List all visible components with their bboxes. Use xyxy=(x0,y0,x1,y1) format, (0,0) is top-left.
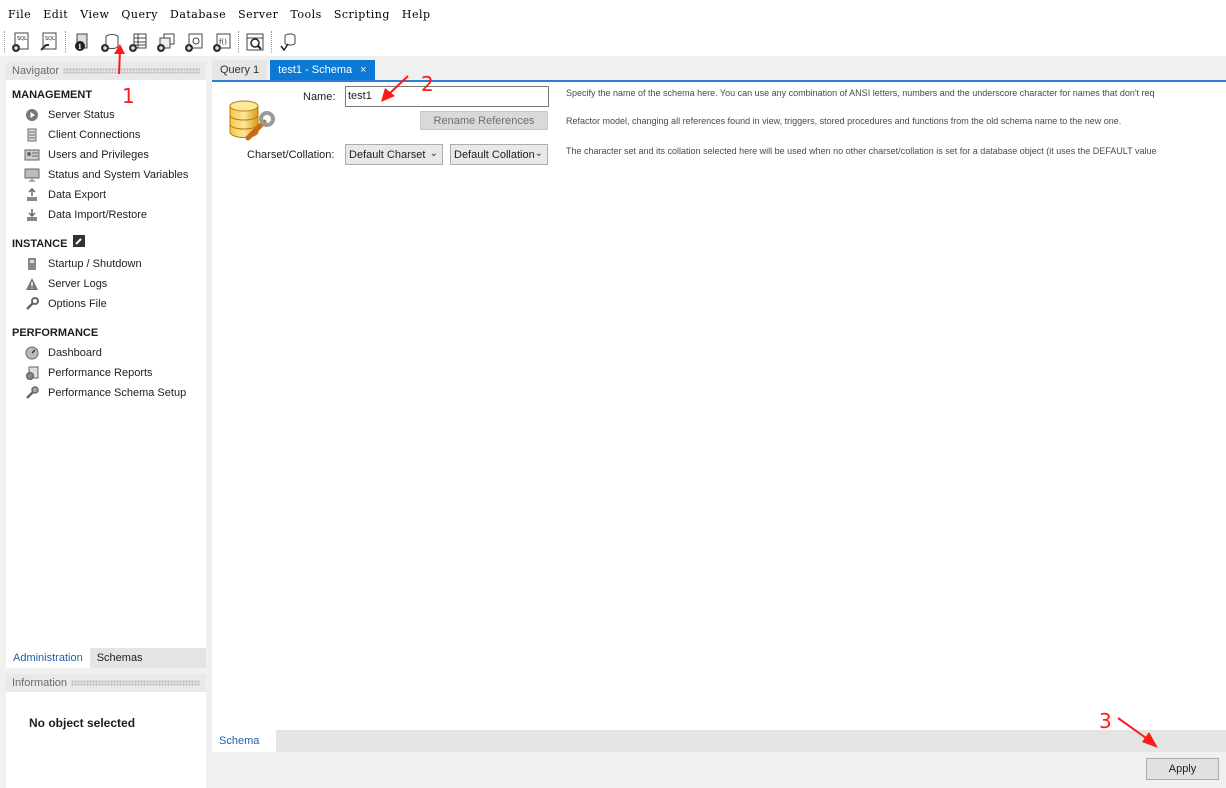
menu-help[interactable]: Help xyxy=(398,8,439,21)
charset-collation-label: Charset/Collation: xyxy=(247,149,335,161)
svg-text:i: i xyxy=(79,42,82,51)
no-object-text: No object selected xyxy=(29,716,136,730)
name-hint: Specify the name of the schema here. You… xyxy=(566,88,1155,98)
inspector-icon[interactable]: i xyxy=(70,30,94,54)
toolbar-separator xyxy=(65,31,66,53)
header-grip xyxy=(63,68,200,74)
rename-hint: Refactor model, changing all references … xyxy=(566,116,1122,126)
schema-database-icon xyxy=(226,96,276,146)
warning-icon xyxy=(24,276,40,292)
nav-performance-reports[interactable]: Performance Reports xyxy=(6,363,206,383)
annotation-3: 3 xyxy=(1099,709,1112,733)
nav-server-status[interactable]: Server Status xyxy=(6,105,206,125)
menu-bar: File Edit View Query Database Server Too… xyxy=(0,0,1226,28)
rename-references-button[interactable]: Rename References xyxy=(420,111,548,130)
svg-text:SQL: SQL xyxy=(17,36,27,42)
annotation-1: 1 xyxy=(122,84,135,108)
report-icon xyxy=(24,365,40,381)
new-sql-tab-icon[interactable]: SQL xyxy=(9,30,33,54)
annotation-arrow-1 xyxy=(114,44,125,75)
nav-server-logs[interactable]: Server Logs xyxy=(6,274,206,294)
information-header: Information xyxy=(6,674,206,692)
chevron-down-icon: ⌄ xyxy=(429,148,438,159)
tab-query-1[interactable]: Query 1 xyxy=(212,60,268,80)
nav-dashboard[interactable]: Dashboard xyxy=(6,343,206,363)
open-sql-script-icon[interactable]: SQL xyxy=(37,30,61,54)
navigator-panel: Navigator MANAGEMENT Server Status Clien… xyxy=(6,62,206,668)
nav-data-export[interactable]: Data Export xyxy=(6,185,206,205)
editor-footer: Apply xyxy=(212,752,1226,788)
nav-client-connections[interactable]: Client Connections xyxy=(6,125,206,145)
power-icon xyxy=(24,256,40,272)
create-function-icon[interactable]: f() xyxy=(210,30,234,54)
chevron-down-icon: ⌄ xyxy=(534,148,543,159)
svg-text:f(): f() xyxy=(219,38,227,46)
charset-select[interactable]: Default Charset ⌄ xyxy=(345,144,443,165)
name-label: Name: xyxy=(303,91,336,103)
navigator-title: Navigator xyxy=(12,65,60,77)
menu-scripting[interactable]: Scripting xyxy=(330,8,398,21)
management-title: MANAGEMENT xyxy=(12,89,93,101)
information-panel: Information No object selected xyxy=(6,674,206,788)
reconnect-icon[interactable] xyxy=(276,30,300,54)
menu-edit[interactable]: Edit xyxy=(39,8,76,21)
nav-users-privileges[interactable]: Users and Privileges xyxy=(6,145,206,165)
play-icon xyxy=(24,107,40,123)
menu-file[interactable]: File xyxy=(4,8,39,21)
annotation-2: 2 xyxy=(421,72,434,96)
nav-options-file[interactable]: Options File xyxy=(6,294,206,314)
search-table-data-icon[interactable] xyxy=(243,30,267,54)
wrench-badge-icon xyxy=(73,234,86,254)
performance-title: PERFORMANCE xyxy=(12,327,99,339)
monitor-icon xyxy=(24,167,40,183)
apply-button[interactable]: Apply xyxy=(1146,758,1219,780)
charset-hint: The character set and its collation sele… xyxy=(566,146,1157,156)
tab-test1-schema[interactable]: test1 - Schema × xyxy=(270,60,375,80)
toolbar-separator xyxy=(238,31,239,53)
menu-view[interactable]: View xyxy=(76,8,117,21)
gauge-icon xyxy=(24,345,40,361)
create-procedure-icon[interactable] xyxy=(182,30,206,54)
collation-select[interactable]: Default Collation ⌄ xyxy=(450,144,548,165)
information-title: Information xyxy=(12,677,68,689)
instance-title: INSTANCE xyxy=(6,234,206,254)
schema-editor: Name: test1 Rename References Charset/Co… xyxy=(212,82,1226,730)
navigator-header: Navigator xyxy=(6,62,206,80)
export-icon xyxy=(24,187,40,203)
create-view-icon[interactable] xyxy=(154,30,178,54)
annotation-arrow-2 xyxy=(381,75,409,102)
import-icon xyxy=(24,207,40,223)
toolbar-separator xyxy=(271,31,272,53)
close-icon[interactable]: × xyxy=(360,64,366,76)
users-icon xyxy=(24,147,40,163)
svg-text:SQL: SQL xyxy=(45,36,55,42)
editor-subtabs: Schema xyxy=(212,730,1226,752)
tab-schemas[interactable]: Schemas xyxy=(90,648,150,668)
toolbar-separator xyxy=(4,31,5,53)
toolbar: SQL SQL i f() xyxy=(0,28,1226,56)
menu-query[interactable]: Query xyxy=(117,8,166,21)
header-grip xyxy=(71,680,200,686)
nav-performance-schema-setup[interactable]: Performance Schema Setup xyxy=(6,383,206,403)
settings-icon xyxy=(24,385,40,401)
wrench-icon xyxy=(24,296,40,312)
server-icon xyxy=(24,127,40,143)
annotation-arrow-3 xyxy=(1117,717,1158,748)
nav-data-import[interactable]: Data Import/Restore xyxy=(6,205,206,225)
nav-startup-shutdown[interactable]: Startup / Shutdown xyxy=(6,254,206,274)
tab-administration[interactable]: Administration xyxy=(6,648,90,668)
menu-tools[interactable]: Tools xyxy=(286,8,329,21)
editor-tab-bar: Query 1 test1 - Schema × xyxy=(212,60,1226,82)
nav-status-variables[interactable]: Status and System Variables xyxy=(6,165,206,185)
navigator-tabs: Administration Schemas xyxy=(6,648,206,668)
subtab-schema[interactable]: Schema xyxy=(212,730,276,752)
menu-database[interactable]: Database xyxy=(166,8,234,21)
menu-server[interactable]: Server xyxy=(234,8,286,21)
